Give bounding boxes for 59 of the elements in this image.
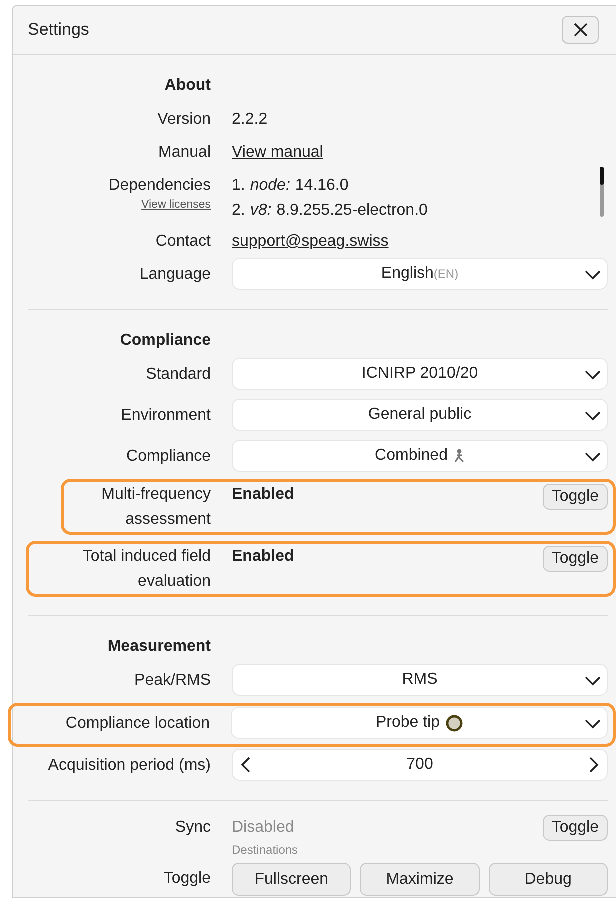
chevron-down-icon [585,452,601,462]
setting-label: Language [140,265,211,285]
setting-label: Compliance [126,447,211,467]
dropdown[interactable]: ICNIRP 2010/20 [232,358,608,390]
status-text: Enabled [232,547,294,567]
dropdown[interactable]: Probe tip [231,707,608,739]
dependency-version: 8.9.255.25-electron.0 [276,201,428,221]
target-icon [446,714,464,732]
setting-label: Manual [158,143,211,163]
setting-link[interactable]: support@speag.swiss [232,229,389,254]
licenses-link[interactable]: View licenses [142,198,211,212]
close-icon [574,23,588,37]
setting-label: Version [158,110,211,130]
setting-label: Sync [175,818,211,838]
setting-label: Multi-frequency assessment [100,485,211,530]
chevron-down-icon [585,411,601,421]
section-heading: Compliance [120,332,211,350]
setting-label: Standard [146,365,211,385]
scrollbar[interactable] [600,167,604,217]
window-toggle-button[interactable]: Fullscreen [232,863,352,896]
person-icon [454,449,465,463]
dropdown[interactable]: RMS [232,664,608,696]
setting-label: Peak/RMS [134,671,211,691]
setting-label: Acquisition period (ms) [48,756,211,776]
number-stepper[interactable]: 700 [232,749,608,781]
chevron-down-icon [585,676,601,686]
setting-label: Dependencies [108,176,211,196]
close-button[interactable] [562,16,599,44]
setting-link[interactable]: View manual [232,140,324,165]
chevron-left-icon [241,757,251,773]
window-title: Settings [28,20,90,40]
dependency-name: node: [250,176,290,196]
setting-label: Total induced field evaluation [82,547,211,592]
dropdown[interactable]: English(EN) [232,258,608,290]
setting-label: Compliance location [66,714,210,734]
setting-value: 2.2.2 [232,110,268,130]
setting-label: Environment [121,406,211,426]
toggle-button[interactable]: Toggle [542,815,608,841]
chevron-down-icon [585,270,601,280]
status-text: Enabled [232,485,294,505]
window-toggle-button[interactable]: Debug [488,863,608,896]
chevron-down-icon [585,370,601,380]
status-text: Disabled [232,818,296,838]
toggle-button[interactable]: Toggle [542,484,608,510]
toggle-button[interactable]: Toggle [542,546,608,572]
dropdown[interactable]: General public [232,399,608,431]
section-heading: About [164,77,211,95]
list-number: 2. [232,201,246,221]
section-heading: Measurement [108,638,211,656]
chevron-right-icon [588,757,599,773]
chevron-down-icon [585,719,601,729]
list-number: 1. [232,176,246,196]
window-toggle-button[interactable]: Maximize [360,863,480,896]
dropdown[interactable]: Combined [232,440,608,472]
dependency-name: v8: [250,201,272,221]
setting-label: Toggle [164,869,211,889]
setting-label: Contact [156,232,211,252]
note-text: Destinations [232,842,298,859]
dependency-version: 14.16.0 [295,176,349,196]
